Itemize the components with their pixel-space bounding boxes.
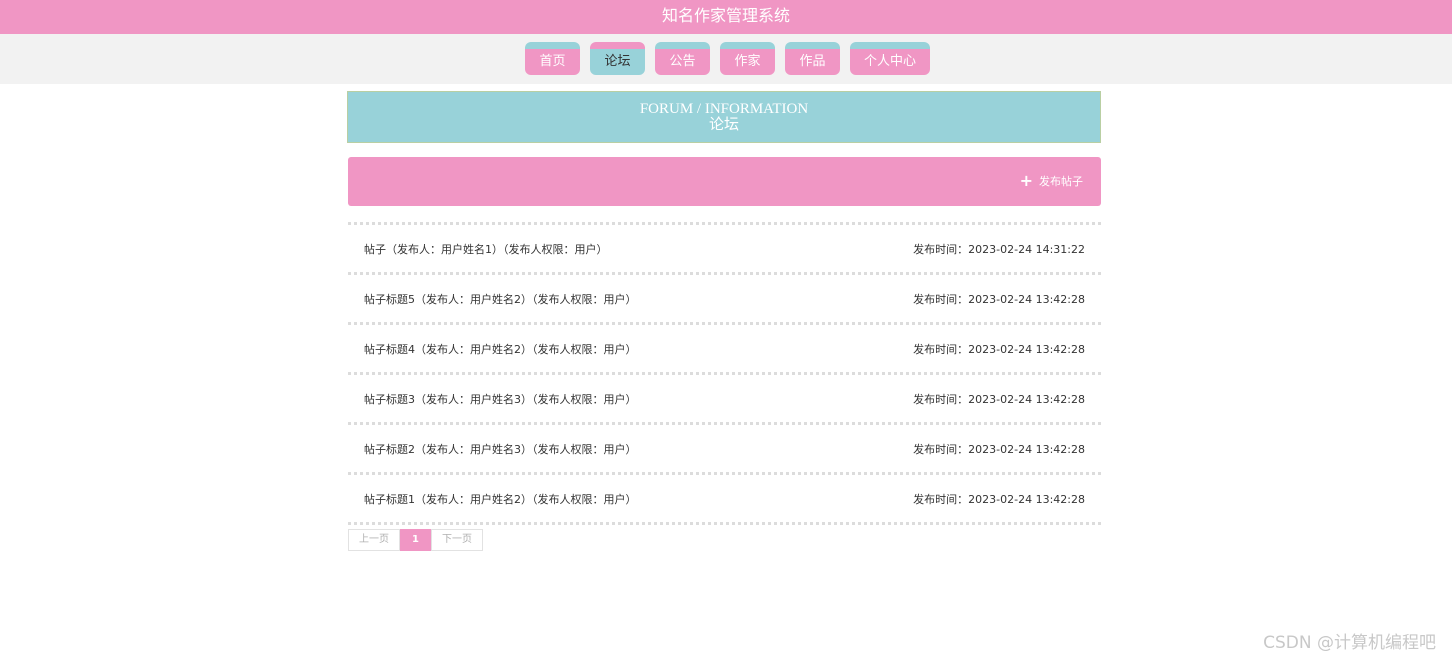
app-header: 知名作家管理系统 [0, 0, 1452, 34]
banner-title-cn: 论坛 [708, 117, 739, 133]
nav-item-profile[interactable]: 个人中心 [850, 42, 930, 75]
pagination: 上一页 1 下一页 [348, 529, 483, 551]
post-row[interactable]: 帖子（发布人：用户姓名1）（发布人权限：用户） 发布时间：2023-02-24 … [348, 222, 1101, 272]
post-row[interactable]: 帖子标题1（发布人：用户姓名2）（发布人权限：用户） 发布时间：2023-02-… [348, 472, 1101, 525]
post-row[interactable]: 帖子标题2（发布人：用户姓名3）（发布人权限：用户） 发布时间：2023-02-… [348, 422, 1101, 472]
post-list: 帖子（发布人：用户姓名1）（发布人权限：用户） 发布时间：2023-02-24 … [348, 222, 1101, 525]
post-title: 帖子标题2（发布人：用户姓名3）（发布人权限：用户） [364, 442, 637, 456]
post-time: 发布时间：2023-02-24 13:42:28 [913, 292, 1085, 306]
banner-title-en: FORUM / INFORMATION [639, 101, 809, 117]
nav-items: 首页 论坛 公告 作家 作品 个人中心 [525, 42, 930, 75]
section-banner: FORUM / INFORMATION 论坛 [347, 91, 1101, 143]
nav-item-writer[interactable]: 作家 [720, 42, 775, 75]
post-title: 帖子标题4（发布人：用户姓名2）（发布人权限：用户） [364, 342, 637, 356]
post-row[interactable]: 帖子标题4（发布人：用户姓名2）（发布人权限：用户） 发布时间：2023-02-… [348, 322, 1101, 372]
post-time: 发布时间：2023-02-24 13:42:28 [913, 492, 1085, 506]
publish-post-label: 发布帖子 [1039, 175, 1083, 188]
post-title: 帖子标题1（发布人：用户姓名2）（发布人权限：用户） [364, 492, 637, 506]
nav-item-forum[interactable]: 论坛 [590, 42, 645, 75]
top-nav: 首页 论坛 公告 作家 作品 个人中心 [0, 34, 1452, 84]
nav-item-notice[interactable]: 公告 [655, 42, 710, 75]
post-row[interactable]: 帖子标题3（发布人：用户姓名3）（发布人权限：用户） 发布时间：2023-02-… [348, 372, 1101, 422]
post-title: 帖子标题3（发布人：用户姓名3）（发布人权限：用户） [364, 392, 637, 406]
next-page-button[interactable]: 下一页 [431, 529, 483, 551]
post-time: 发布时间：2023-02-24 14:31:22 [913, 242, 1085, 256]
post-row[interactable]: 帖子标题5（发布人：用户姓名2）（发布人权限：用户） 发布时间：2023-02-… [348, 272, 1101, 322]
publish-post-button[interactable]: + 发布帖子 [1020, 173, 1083, 189]
plus-icon: + [1019, 171, 1033, 190]
post-title: 帖子（发布人：用户姓名1）（发布人权限：用户） [364, 242, 608, 256]
post-time: 发布时间：2023-02-24 13:42:28 [913, 342, 1085, 356]
forum-toolbar: + 发布帖子 [348, 157, 1101, 206]
prev-page-button[interactable]: 上一页 [348, 529, 400, 551]
nav-item-works[interactable]: 作品 [785, 42, 840, 75]
watermark: CSDN @计算机编程吧 [1263, 633, 1436, 653]
nav-item-home[interactable]: 首页 [525, 42, 580, 75]
post-time: 发布时间：2023-02-24 13:42:28 [913, 442, 1085, 456]
post-title: 帖子标题5（发布人：用户姓名2）（发布人权限：用户） [364, 292, 637, 306]
current-page-button[interactable]: 1 [400, 529, 431, 551]
post-time: 发布时间：2023-02-24 13:42:28 [913, 392, 1085, 406]
app-title: 知名作家管理系统 [661, 6, 790, 25]
